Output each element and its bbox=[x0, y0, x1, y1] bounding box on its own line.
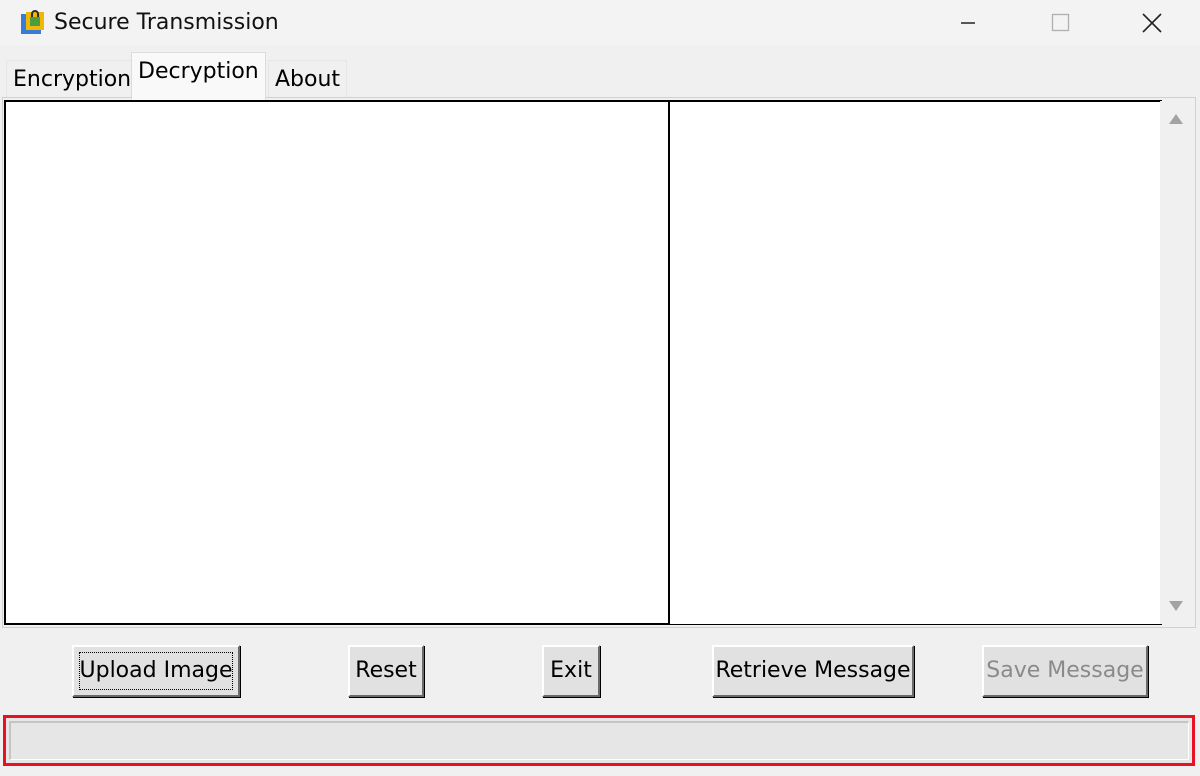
retrieve-message-button[interactable]: Retrieve Message bbox=[712, 645, 914, 697]
tab-about[interactable]: About bbox=[268, 60, 348, 100]
status-bar bbox=[3, 715, 1195, 766]
minimize-button[interactable] bbox=[922, 0, 1014, 46]
maximize-button[interactable] bbox=[1014, 0, 1106, 46]
tab-decryption[interactable]: Decryption bbox=[131, 52, 266, 100]
decrypted-message-textarea[interactable] bbox=[668, 100, 1162, 625]
title-bar: Secure Transmission bbox=[0, 0, 1200, 46]
image-preview-area bbox=[4, 100, 670, 625]
scroll-down-icon[interactable] bbox=[1166, 596, 1186, 616]
close-icon bbox=[1142, 13, 1162, 33]
close-button[interactable] bbox=[1106, 0, 1198, 46]
exit-button[interactable]: Exit bbox=[542, 645, 600, 697]
minimize-icon bbox=[961, 22, 975, 24]
window-title: Secure Transmission bbox=[54, 10, 279, 35]
upload-image-label: Upload Image bbox=[79, 658, 233, 683]
scroll-up-icon[interactable] bbox=[1166, 109, 1186, 129]
lock-icon bbox=[18, 8, 46, 36]
upload-image-button[interactable]: Upload Image bbox=[72, 645, 240, 697]
reset-button[interactable]: Reset bbox=[348, 645, 424, 697]
save-message-button[interactable]: Save Message bbox=[982, 645, 1148, 697]
message-scrollbar[interactable] bbox=[1160, 101, 1192, 624]
maximize-icon bbox=[1051, 13, 1070, 32]
tab-strip: Encryption Decryption About bbox=[0, 46, 1200, 100]
status-text bbox=[9, 721, 1189, 760]
tab-encryption[interactable]: Encryption bbox=[6, 60, 139, 100]
